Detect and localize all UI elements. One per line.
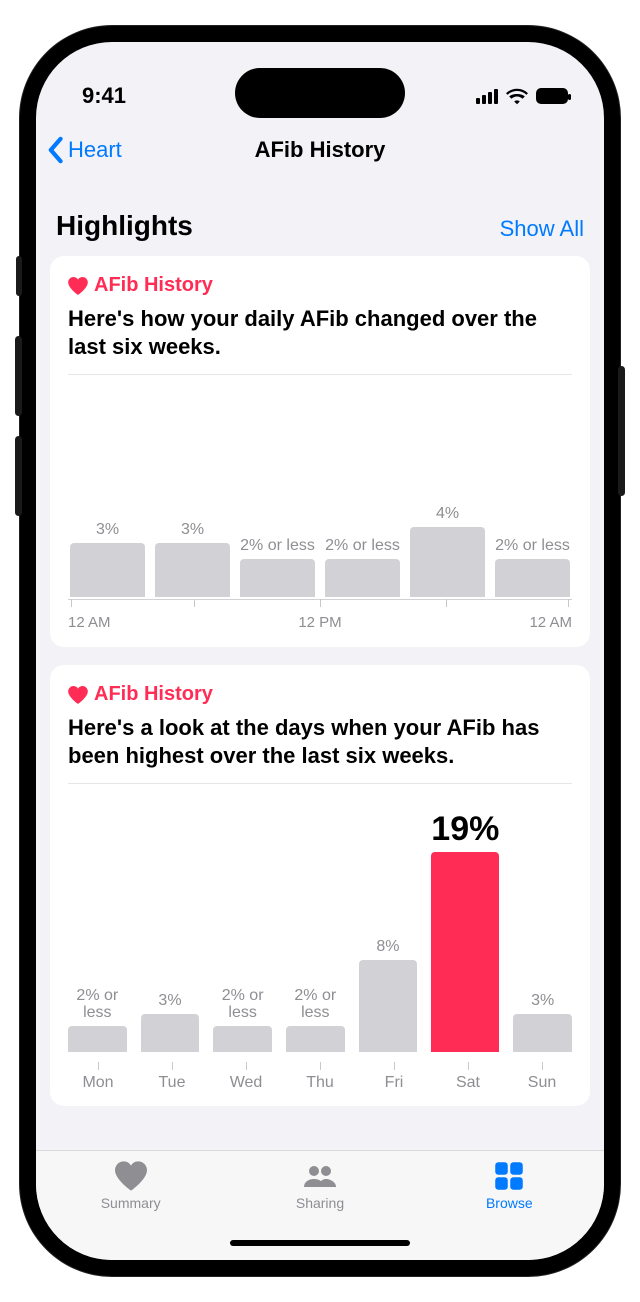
card-description: Here's a look at the days when your AFib… — [68, 714, 572, 784]
tab-label: Sharing — [296, 1195, 344, 1211]
tab-summary[interactable]: Summary — [36, 1161, 225, 1260]
bar — [155, 543, 230, 597]
chart-bars: 2% or less 3% 2% or less — [68, 802, 572, 1052]
back-button[interactable]: Heart — [46, 122, 122, 178]
bar-value-label: 2% or less — [68, 987, 127, 1022]
bar — [325, 559, 400, 597]
bar — [141, 1014, 200, 1052]
bar-value-label: 2% or less — [495, 537, 570, 555]
afib-daily-chart: 3% 3% 2% or less — [68, 383, 572, 633]
bar-value-label: 2% or less — [213, 987, 272, 1022]
bar — [68, 1026, 127, 1052]
axis-tick-label: 12 AM — [68, 614, 111, 633]
bar-value-label: 2% or less — [286, 987, 345, 1022]
highlight-card-weekday[interactable]: AFib History Here's a look at the days w… — [50, 665, 590, 1106]
card-category: AFib History — [68, 274, 572, 297]
bar-value-label: 2% or less — [325, 537, 400, 555]
volume-up-button — [15, 336, 22, 416]
bar-value-label: 4% — [436, 505, 459, 523]
dynamic-island — [235, 68, 405, 118]
bar-value-label: 8% — [376, 938, 399, 956]
section-title: Highlights — [56, 210, 193, 242]
bar-highlight — [431, 852, 499, 1052]
axis-tick-label: 12 AM — [529, 614, 572, 633]
bar — [70, 543, 145, 597]
show-all-button[interactable]: Show All — [500, 216, 584, 242]
axis-tick-label: Thu — [306, 1074, 334, 1092]
x-axis: Mon Tue Wed Thu Fri Sat Sun — [68, 1062, 572, 1092]
afib-weekday-chart: 2% or less 3% 2% or less — [68, 792, 572, 1092]
grid-icon — [493, 1161, 525, 1191]
home-indicator — [230, 1240, 410, 1246]
people-icon — [304, 1161, 336, 1191]
chevron-left-icon — [46, 136, 64, 164]
page-title: AFib History — [255, 137, 386, 163]
bar — [359, 960, 418, 1052]
axis-tick-label: Fri — [385, 1074, 404, 1092]
x-axis: 12 AM 12 PM 12 AM — [68, 599, 572, 633]
battery-icon — [536, 88, 568, 104]
card-category: AFib History — [68, 683, 572, 706]
volume-down-button — [15, 436, 22, 516]
bar — [240, 559, 315, 597]
heart-icon — [68, 686, 88, 704]
bar — [410, 527, 485, 597]
axis-tick-label: Mon — [82, 1074, 113, 1092]
highlight-card-daily[interactable]: AFib History Here's how your daily AFib … — [50, 256, 590, 647]
navigation-bar: Heart AFib History — [36, 122, 604, 178]
bar — [495, 559, 570, 597]
wifi-icon — [506, 87, 528, 105]
cellular-icon — [476, 88, 498, 104]
bar-value-label-highlight: 19% — [431, 811, 499, 848]
tab-label: Browse — [486, 1195, 533, 1211]
card-description: Here's how your daily AFib changed over … — [68, 305, 572, 375]
content-area: Highlights Show All AFib History Here's … — [36, 178, 604, 1106]
axis-tick-label: Tue — [159, 1074, 186, 1092]
axis-tick-label: Wed — [230, 1074, 263, 1092]
status-time: 9:41 — [82, 83, 126, 109]
bar — [213, 1026, 272, 1052]
bar — [286, 1026, 345, 1052]
heart-icon — [68, 277, 88, 295]
heart-icon — [115, 1161, 147, 1191]
axis-tick-label: Sun — [528, 1074, 556, 1092]
bar-value-label: 3% — [181, 521, 204, 539]
mute-switch — [16, 256, 22, 296]
axis-tick-label: Sat — [456, 1074, 480, 1092]
bar-value-label: 3% — [531, 992, 554, 1010]
card-category-label: AFib History — [94, 683, 213, 706]
bar — [513, 1014, 572, 1052]
bar-value-label: 3% — [96, 521, 119, 539]
axis-tick-label: 12 PM — [298, 614, 341, 631]
bar-value-label: 2% or less — [240, 537, 315, 555]
back-label: Heart — [68, 137, 122, 163]
card-category-label: AFib History — [94, 274, 213, 297]
iphone-frame: 9:41 Heart — [20, 26, 620, 1276]
bar-value-label: 3% — [158, 992, 181, 1010]
power-button — [618, 366, 625, 496]
chart-bars: 3% 3% 2% or less — [68, 417, 572, 597]
tab-browse[interactable]: Browse — [415, 1161, 604, 1260]
tab-label: Summary — [101, 1195, 161, 1211]
